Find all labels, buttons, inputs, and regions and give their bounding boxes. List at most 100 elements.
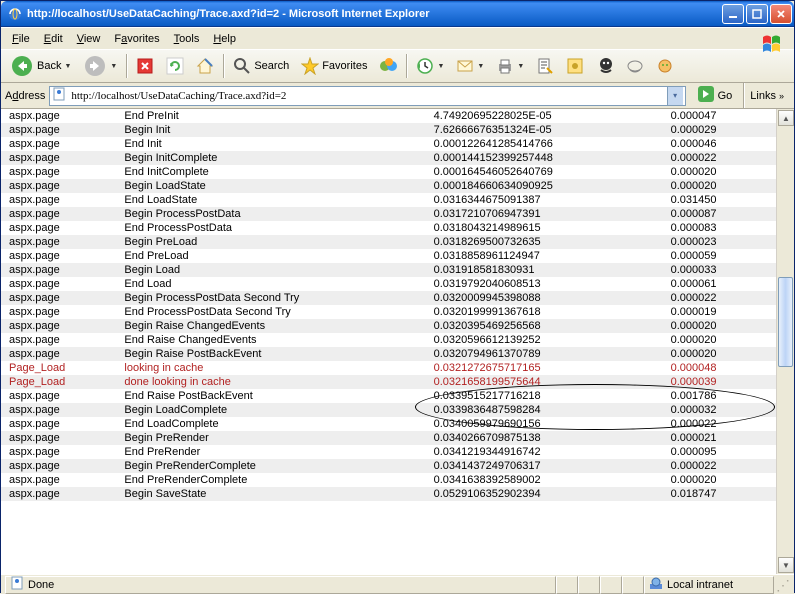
menu-view[interactable]: View — [70, 30, 108, 48]
chevron-down-icon[interactable]: ▼ — [437, 63, 444, 70]
trace-cell-t2: 0.001786 — [663, 389, 776, 403]
trace-cell-t1: 0.000164546052640769 — [426, 165, 663, 179]
trace-row: aspx.pageEnd Raise PostBackEvent0.033951… — [1, 389, 776, 403]
edit-button[interactable] — [531, 53, 559, 79]
home-button[interactable] — [191, 53, 219, 79]
trace-cell-t1: 0.000144152399257448 — [426, 151, 663, 165]
status-pane-5 — [622, 576, 644, 594]
messenger-icon — [596, 57, 614, 75]
address-input[interactable] — [69, 88, 663, 104]
trace-cell-t1: 0.0318043214989615 — [426, 221, 663, 235]
trace-cell-msg: Begin InitComplete — [116, 151, 425, 165]
status-pane: Done — [5, 576, 556, 594]
discuss-button[interactable] — [561, 53, 589, 79]
chevron-down-icon[interactable]: ▼ — [517, 63, 524, 70]
address-dropdown[interactable]: ▾ — [667, 87, 683, 105]
trace-cell-t1: 0.0340059979690156 — [426, 417, 663, 431]
mail-icon — [456, 57, 474, 75]
trace-cell-cat: aspx.page — [1, 151, 116, 165]
trace-cell-msg: End LoadState — [116, 193, 425, 207]
trace-cell-t2: 0.000022 — [663, 291, 776, 305]
trace-cell-cat: aspx.page — [1, 291, 116, 305]
vertical-scrollbar[interactable]: ▲ ▼ — [776, 109, 794, 574]
trace-cell-cat: aspx.page — [1, 165, 116, 179]
content-viewport: aspx.pageEnd PreInit4.74920695228025E-05… — [1, 109, 794, 574]
trace-row: aspx.pageBegin PreRenderComplete0.034143… — [1, 459, 776, 473]
trace-cell-msg: End Raise PostBackEvent — [116, 389, 425, 403]
trace-row: Page_Loaddone looking in cache0.03216581… — [1, 375, 776, 389]
trace-cell-cat: aspx.page — [1, 179, 116, 193]
minimize-button[interactable] — [722, 4, 744, 24]
trace-row: aspx.pageEnd Raise ChangedEvents0.032059… — [1, 333, 776, 347]
research-button[interactable] — [621, 53, 649, 79]
star-icon — [301, 57, 319, 75]
print-button[interactable]: ▼ — [491, 53, 529, 79]
trace-cell-msg: End ProcessPostData Second Try — [116, 305, 425, 319]
trace-cell-t2: 0.000047 — [663, 109, 776, 123]
trace-cell-msg: Begin LoadComplete — [116, 403, 425, 417]
status-pane-4 — [600, 576, 622, 594]
search-button[interactable]: Search — [228, 53, 294, 79]
trace-cell-cat: aspx.page — [1, 207, 116, 221]
trace-cell-t1: 0.0317210706947391 — [426, 207, 663, 221]
trace-cell-msg: Begin Load — [116, 263, 425, 277]
trace-cell-cat: Page_Load — [1, 375, 116, 389]
maximize-button[interactable] — [746, 4, 768, 24]
messenger-button[interactable] — [591, 53, 619, 79]
trace-cell-t2: 0.000020 — [663, 165, 776, 179]
trace-cell-cat: aspx.page — [1, 473, 116, 487]
trace-cell-cat: aspx.page — [1, 319, 116, 333]
back-button[interactable]: Back ▼ — [5, 53, 76, 79]
menu-edit[interactable]: Edit — [37, 30, 70, 48]
windows-flag-icon — [754, 28, 792, 62]
trace-cell-msg: End Raise ChangedEvents — [116, 333, 425, 347]
go-icon — [697, 85, 715, 106]
trace-content[interactable]: aspx.pageEnd PreInit4.74920695228025E-05… — [1, 109, 776, 574]
resize-grip[interactable]: ⋰ — [774, 582, 790, 588]
trace-row: aspx.pageEnd ProcessPostData0.0318043214… — [1, 221, 776, 235]
forward-button[interactable]: ▼ — [78, 53, 122, 79]
go-button[interactable]: Go — [690, 86, 740, 106]
favorites-button[interactable]: Favorites — [296, 53, 372, 79]
window-titlebar: http://localhost/UseDataCaching/Trace.ax… — [1, 1, 794, 27]
trace-table: aspx.pageEnd PreInit4.74920695228025E-05… — [1, 109, 776, 501]
menu-file[interactable]: File — [5, 30, 37, 48]
chevron-down-icon[interactable]: ▼ — [110, 63, 117, 70]
links-bar[interactable]: Links » — [743, 83, 790, 108]
trace-cell-cat: aspx.page — [1, 445, 116, 459]
address-input-container[interactable]: ▾ — [49, 86, 685, 106]
trace-cell-t1: 0.0529106352902394 — [426, 487, 663, 501]
back-label: Back — [37, 60, 61, 72]
trace-cell-t2: 0.000087 — [663, 207, 776, 221]
ie-icon — [7, 6, 23, 22]
trace-cell-t1: 0.0339515217716218 — [426, 389, 663, 403]
chevron-down-icon[interactable]: ▼ — [64, 63, 71, 70]
trace-cell-t1: 0.0341219344916742 — [426, 445, 663, 459]
close-button[interactable] — [770, 4, 792, 24]
refresh-icon — [166, 57, 184, 75]
chevron-down-icon[interactable]: ▼ — [477, 63, 484, 70]
trace-cell-msg: Begin Raise PostBackEvent — [116, 347, 425, 361]
menubar: FileEditViewFavoritesToolsHelp — [1, 27, 794, 49]
trace-cell-t1: 0.0341638392589002 — [426, 473, 663, 487]
trace-cell-cat: aspx.page — [1, 263, 116, 277]
extra-button[interactable] — [651, 53, 679, 79]
scroll-down-button[interactable]: ▼ — [778, 557, 794, 573]
menu-favorites[interactable]: Favorites — [107, 30, 166, 48]
trace-cell-t2: 0.000059 — [663, 249, 776, 263]
media-button[interactable] — [374, 53, 402, 79]
mail-button[interactable]: ▼ — [451, 53, 489, 79]
trace-row: aspx.pageEnd ProcessPostData Second Try0… — [1, 305, 776, 319]
history-button[interactable]: ▼ — [411, 53, 449, 79]
scroll-track[interactable] — [778, 127, 793, 556]
menu-tools[interactable]: Tools — [167, 30, 207, 48]
stop-button[interactable] — [131, 53, 159, 79]
scroll-thumb[interactable] — [778, 277, 793, 367]
print-icon — [496, 57, 514, 75]
trace-cell-t1: 0.0320009945398088 — [426, 291, 663, 305]
refresh-button[interactable] — [161, 53, 189, 79]
menu-help[interactable]: Help — [206, 30, 243, 48]
trace-cell-cat: aspx.page — [1, 221, 116, 235]
scroll-up-button[interactable]: ▲ — [778, 110, 794, 126]
discuss-icon — [566, 57, 584, 75]
